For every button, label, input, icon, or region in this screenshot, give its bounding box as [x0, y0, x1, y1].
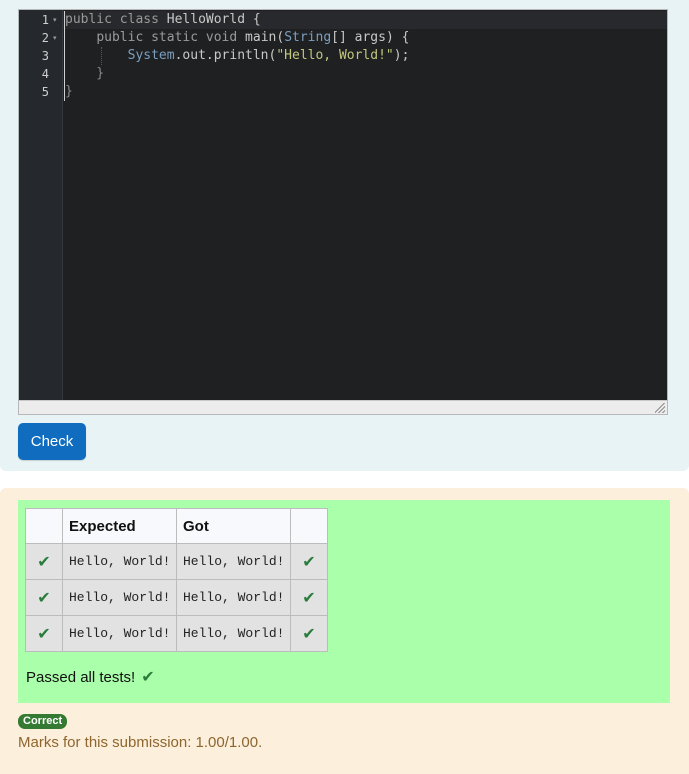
answer-panel: 1 ▾ 2 ▾ 3 4 5 public class HelloWorld { …	[0, 0, 689, 471]
check-mark-icon: ✔	[302, 624, 316, 643]
line-number: 3	[41, 49, 49, 63]
passed-summary: Passed all tests! ✔	[26, 667, 155, 686]
marks-text: Marks for this submission: 1.00/1.00.	[18, 734, 263, 751]
code-text-area[interactable]: public class HelloWorld { public static …	[62, 10, 667, 402]
check-mark-icon: ✔	[37, 624, 51, 643]
check-button[interactable]: Check	[18, 423, 86, 460]
check-mark-icon: ✔	[302, 588, 316, 607]
got-cell: Hello, World!	[176, 579, 291, 616]
table-row: ✔ Hello, World! Hello, World! ✔	[25, 543, 328, 580]
fold-arrow-icon[interactable]: ▾	[53, 29, 61, 47]
expected-cell: Hello, World!	[62, 543, 177, 580]
check-mark-icon: ✔	[37, 588, 51, 607]
line-number-gutter: 1 ▾ 2 ▾ 3 4 5	[19, 10, 62, 402]
row-result-cell: ✔	[290, 579, 328, 616]
code-line-4: }	[65, 65, 104, 83]
code-line-5: }	[65, 83, 73, 101]
test-results-box: Expected Got ✔ Hello, World! Hello, Worl…	[18, 500, 670, 703]
code-token: }	[65, 66, 105, 81]
result-header	[290, 508, 328, 544]
check-mark-icon: ✔	[302, 552, 316, 571]
line-number: 5	[41, 85, 49, 99]
expected-header: Expected	[62, 508, 177, 544]
row-status-cell: ✔	[25, 579, 63, 616]
code-token: static	[151, 30, 199, 45]
feedback-panel: Expected Got ✔ Hello, World! Hello, Worl…	[0, 488, 689, 774]
editor-status-bar	[19, 400, 667, 414]
code-token: "Hello, World!"	[276, 48, 394, 63]
code-token: HelloWorld {	[158, 12, 261, 27]
code-token: main(	[237, 30, 285, 45]
code-token: .out.println(	[174, 48, 277, 63]
table-header-row: Expected Got	[25, 508, 328, 544]
row-result-cell: ✔	[290, 543, 328, 580]
code-token: );	[393, 48, 410, 63]
line-number: 1	[41, 13, 49, 27]
code-token: System	[127, 48, 175, 63]
status-header	[25, 508, 63, 544]
got-header: Got	[176, 508, 291, 544]
code-token: String	[284, 30, 332, 45]
code-line-3: System.out.println("Hello, World!");	[65, 47, 410, 65]
code-token: class	[119, 12, 159, 27]
fold-arrow-icon[interactable]: ▾	[53, 11, 61, 29]
row-status-cell: ✔	[25, 615, 63, 652]
code-line-1: public class HelloWorld {	[65, 11, 261, 29]
got-cell: Hello, World!	[176, 615, 291, 652]
code-token: }	[65, 84, 73, 99]
line-number: 4	[41, 67, 49, 81]
code-token: public	[65, 12, 112, 27]
expected-cell: Hello, World!	[62, 579, 177, 616]
check-mark-icon: ✔	[37, 552, 51, 571]
code-editor[interactable]: 1 ▾ 2 ▾ 3 4 5 public class HelloWorld { …	[18, 9, 668, 415]
results-table: Expected Got ✔ Hello, World! Hello, Worl…	[25, 508, 328, 652]
code-token: [] args) {	[331, 30, 410, 45]
code-token: void	[205, 30, 238, 45]
resize-grip-icon[interactable]	[655, 403, 665, 413]
code-line-2: public static void main(String[] args) {	[65, 29, 409, 47]
table-row: ✔ Hello, World! Hello, World! ✔	[25, 615, 328, 652]
correct-badge: Correct	[18, 714, 68, 729]
table-row: ✔ Hello, World! Hello, World! ✔	[25, 579, 328, 616]
got-cell: Hello, World!	[176, 543, 291, 580]
row-result-cell: ✔	[290, 615, 328, 652]
row-status-cell: ✔	[25, 543, 63, 580]
code-token: public	[96, 30, 144, 45]
check-mark-icon: ✔	[141, 667, 155, 686]
line-number: 2	[41, 31, 49, 45]
passed-summary-text: Passed all tests!	[26, 669, 136, 686]
expected-cell: Hello, World!	[62, 615, 177, 652]
